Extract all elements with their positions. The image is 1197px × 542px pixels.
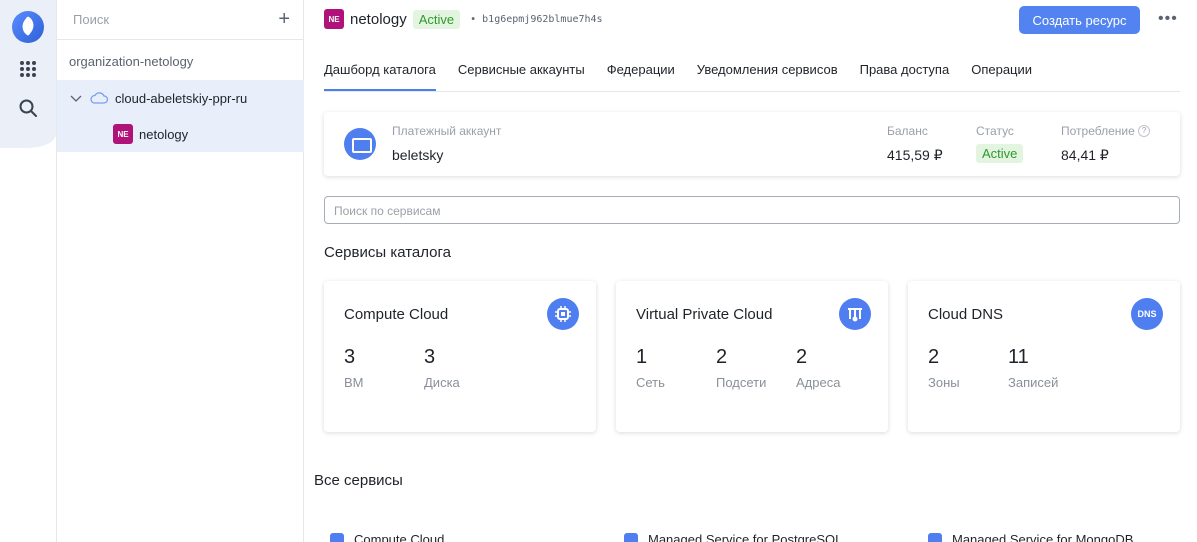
help-icon[interactable]: ?	[1138, 125, 1151, 137]
chevron-down-icon[interactable]	[69, 91, 83, 105]
service-card-title: Compute Cloud	[344, 306, 449, 323]
stat-zones: 2 Зоны	[928, 346, 960, 390]
stat-value: 2	[716, 346, 728, 368]
tree-search-placeholder: Поиск	[73, 12, 110, 27]
tab-dashboard[interactable]: Дашборд каталога	[324, 50, 436, 91]
stat-label: Записей	[1008, 375, 1059, 390]
credit-card-icon	[344, 128, 376, 160]
balance-value: 415,59 ₽	[887, 147, 943, 163]
service-card-title: Cloud DNS	[928, 306, 1004, 323]
all-services-item-label: Managed Service for PostgreSQL	[648, 532, 843, 542]
stat-value: 2	[796, 346, 808, 368]
service-card-vpc[interactable]: Virtual Private Cloud 1 Сеть 2 Подсети 2…	[616, 281, 888, 432]
folder-title: netology	[350, 10, 407, 28]
tree-item-cloud[interactable]: cloud-abeletskiy-ppr-ru	[69, 88, 247, 108]
balance-label: Баланс	[887, 124, 928, 138]
stat-label: Диска	[424, 375, 460, 390]
all-services-item[interactable]: Compute Cloud	[330, 532, 444, 542]
stat-records: 11 Записей	[1008, 346, 1058, 390]
stat-addresses: 2 Адреса	[796, 346, 840, 390]
tab-service-accounts[interactable]: Сервисные аккаунты	[458, 50, 585, 91]
search-icon[interactable]	[18, 98, 38, 118]
service-card-dns[interactable]: Cloud DNS DNS 2 Зоны 11 Записей	[908, 281, 1180, 432]
tree-organization[interactable]: organization-netology	[69, 54, 193, 69]
billing-account-label: Платежный аккаунт	[392, 124, 502, 138]
status-badge: Active	[412, 9, 461, 29]
stat-subnets: 2 Подсети	[716, 346, 766, 390]
chip-icon	[330, 532, 344, 542]
service-card-compute[interactable]: Compute Cloud 3 ВМ 3 Диска	[324, 281, 596, 432]
tab-bar: Дашборд каталога Сервисные аккаунты Феде…	[324, 50, 1180, 92]
tree-folder-label: netology	[139, 126, 189, 142]
catalog-services-title: Сервисы каталога	[324, 244, 452, 261]
folder-badge-icon: NE	[113, 124, 133, 144]
apps-grid-icon[interactable]	[20, 61, 36, 77]
billing-status-badge: Active	[976, 144, 1024, 163]
top-header: NE netology Active • b1g6epmj962blmue7h4…	[304, 0, 1197, 40]
tab-federations[interactable]: Федерации	[607, 50, 675, 91]
tab-access-rights[interactable]: Права доступа	[860, 50, 950, 91]
services-search-placeholder: Поиск по сервисам	[334, 204, 441, 218]
stat-value: 11	[1008, 346, 1029, 368]
postgresql-icon	[624, 532, 638, 542]
more-menu-icon[interactable]: •••	[1158, 11, 1178, 27]
stat-vm: 3 ВМ	[344, 346, 364, 390]
cloud-logo-icon[interactable]	[12, 11, 44, 43]
billing-card[interactable]: Платежный аккаунт beletsky Баланс 415,59…	[324, 112, 1180, 176]
consumption-label: Потребление	[1061, 124, 1135, 138]
left-rail	[0, 0, 56, 542]
stat-label: ВМ	[344, 375, 364, 390]
stat-value: 3	[344, 346, 356, 368]
services-search-input[interactable]: Поиск по сервисам	[324, 196, 1180, 224]
stat-label: Зоны	[928, 375, 960, 390]
stat-value: 2	[928, 346, 940, 368]
folder-id[interactable]: b1g6epmj962blmue7h4s	[482, 14, 602, 25]
stat-disks: 3 Диска	[424, 346, 460, 390]
network-icon	[839, 298, 871, 330]
stat-label: Адреса	[796, 375, 841, 390]
folder-badge-icon: NE	[324, 9, 344, 29]
billing-account-name[interactable]: beletsky	[392, 147, 443, 163]
service-card-title: Virtual Private Cloud	[636, 306, 773, 323]
stat-value: 1	[636, 346, 648, 368]
all-services-item[interactable]: Managed Service for MongoDB	[928, 532, 1133, 542]
mongodb-icon	[928, 532, 942, 542]
all-services-title: Все сервисы	[314, 472, 403, 489]
chip-icon	[547, 298, 579, 330]
dns-icon: DNS	[1131, 298, 1163, 330]
stat-networks: 1 Сеть	[636, 346, 665, 390]
tab-operations[interactable]: Операции	[971, 50, 1032, 91]
cloud-icon	[90, 92, 109, 104]
id-separator: •	[470, 13, 477, 25]
create-resource-button[interactable]: Создать ресурс	[1019, 6, 1140, 34]
stat-value: 3	[424, 346, 436, 368]
all-services-item-label: Managed Service for MongoDB	[952, 532, 1134, 542]
all-services-item-label: Compute Cloud	[354, 532, 445, 542]
tab-service-notifications[interactable]: Уведомления сервисов	[697, 50, 838, 91]
tree-cloud-label: cloud-abeletskiy-ppr-ru	[115, 90, 248, 106]
stat-label: Подсети	[716, 375, 767, 390]
consumption-value: 84,41 ₽	[1061, 147, 1109, 163]
billing-status-label: Статус	[976, 124, 1014, 138]
add-icon[interactable]: +	[278, 9, 290, 29]
tree-item-folder[interactable]: NE netology	[113, 124, 188, 144]
all-services-item[interactable]: Managed Service for PostgreSQL	[624, 532, 842, 542]
tree-search-field[interactable]: Поиск +	[57, 0, 304, 40]
stat-label: Сеть	[636, 375, 665, 390]
resource-tree-panel: Поиск + organization-netology cloud-abel…	[56, 0, 304, 542]
